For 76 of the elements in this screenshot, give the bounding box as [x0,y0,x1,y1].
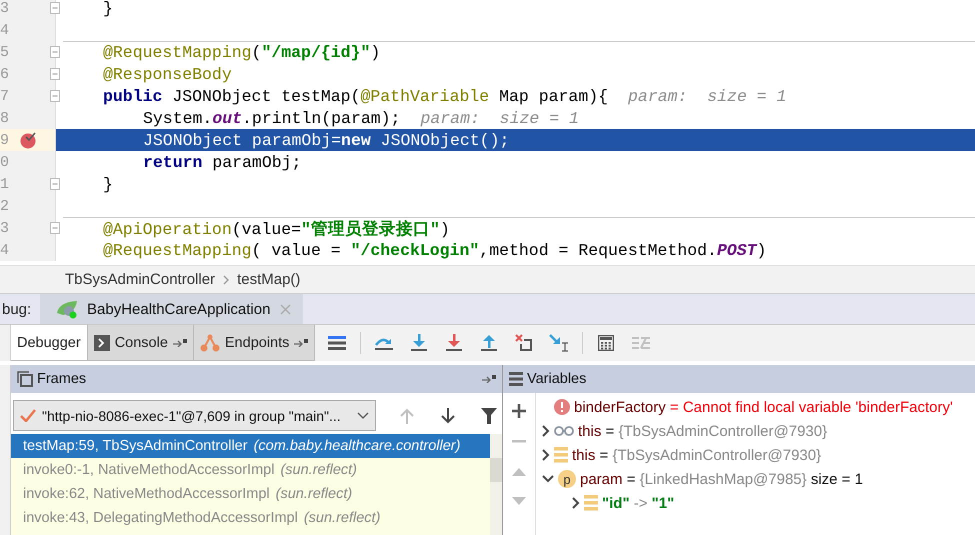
chevron-right-icon [223,274,230,284]
code-line: } [103,0,113,18]
error-icon [554,399,570,415]
debug-label: bug: [1,300,32,320]
fold-icon[interactable] [50,46,60,58]
stack-frame[interactable]: testMap:59, TbSysAdminController (com.baby.healthcare.controller) [11,434,490,458]
variable-entry: "id" -> "1" [602,494,674,512]
breadcrumb-item[interactable]: testMap() [237,271,300,288]
field-icon [554,447,568,463]
filter-icon [480,408,497,424]
list-icon [509,372,523,386]
field-icon [584,495,598,511]
remove-icon [512,440,526,442]
run-to-cursor-icon [549,334,570,352]
line-number: 3 [0,220,10,236]
code-line: @ResponseBody [103,65,232,84]
checkmark-icon [20,409,36,422]
frames-icon [17,371,33,387]
tool-tab[interactable]: Debugger [11,325,88,361]
step-out-icon [480,334,498,352]
code-line: @RequestMapping("/map/{id}") [103,43,380,62]
line-number: 6 [0,66,10,82]
variable-entry: binderFactory = Cannot find local variable 'binderFactory' [574,398,953,416]
tool-tab[interactable]: Endpoints [194,325,316,361]
line-number: 4 [0,242,10,258]
step-into-icon [410,334,428,352]
tool-tab[interactable]: Console [88,325,194,361]
pin-icon [294,338,308,346]
line-number: 8 [0,110,10,126]
triangle-down-icon [512,496,526,506]
line-number: 7 [0,88,10,104]
line-number: 2 [0,198,10,214]
session-tab[interactable]: BabyHealthCareApplication [40,294,304,324]
code-line: System.out.println(param); param: size = 1 [143,109,579,128]
fold-icon[interactable] [50,222,60,234]
arrow-up-icon [400,408,414,424]
parameter-badge: p [558,470,576,488]
fold-icon[interactable] [50,178,60,190]
line-number: 1 [0,176,10,192]
variable-entry: param = {LinkedHashMap@7985} size = 1 [580,470,863,488]
drop-frame-icon [515,334,534,352]
line-number: 5 [0,44,10,60]
glasses-icon [554,426,574,436]
line-number: 0 [0,154,10,170]
scrollbar-thumb[interactable] [490,458,502,482]
code-line: @ApiOperation(value="管理员登录接口") [103,218,450,240]
force-step-into-icon [445,334,464,352]
code-line: return paramObj; [143,153,302,172]
chevron-down-icon [356,412,369,420]
console-icon [94,334,110,350]
panel-title: Variables [527,371,588,387]
endpoints-icon [200,334,220,352]
add-icon [512,404,526,418]
code-line: } [103,175,113,194]
code-line: JSONObject paramObj=new JSONObject(); [143,131,510,150]
pin-icon [482,375,496,383]
fold-icon[interactable] [50,68,60,80]
fold-icon[interactable] [50,2,60,14]
variable-entry: this = {TbSysAdminController@7930} [578,422,828,440]
code-line: public JSONObject testMap(@PathVariable Map param){ param: size = 1 [103,87,786,106]
triangle-up-icon [512,466,526,476]
line-number: 3 [0,0,10,16]
fold-icon[interactable] [50,90,60,102]
thread-dropdown[interactable]: "http-nio-8086-exec-1"@7,609 in group "main"... [13,400,376,431]
breakpoint-icon[interactable] [20,131,38,149]
execution-point-icon [328,336,346,350]
line-number: 9 [0,132,10,148]
variable-entry: this = {TbSysAdminController@7930} [572,446,822,464]
calculator-icon [598,335,614,351]
breadcrumb-item[interactable]: TbSysAdminController [65,271,216,288]
trace-icon [632,336,650,350]
code-line: @RequestMapping( value = "/checkLogin",method = RequestMethod.POST) [103,241,766,260]
pin-icon [172,338,187,346]
arrow-down-icon [440,408,455,424]
panel-title: Frames [37,371,88,387]
line-number: 4 [0,22,10,38]
